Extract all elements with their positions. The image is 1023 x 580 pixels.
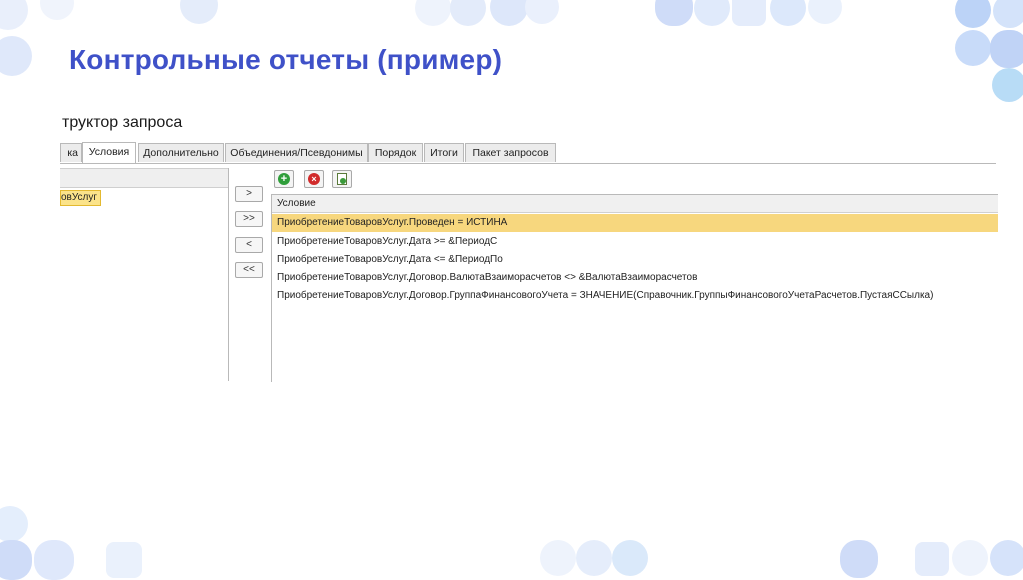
conditions-table: Условие ПриобретениеТоваровУслуг.Проведе…	[271, 194, 998, 382]
column-header-condition[interactable]: Условие	[272, 195, 998, 213]
tab-additional[interactable]: Дополнительно	[138, 143, 224, 162]
fields-tree-item[interactable]: овУслуг	[60, 190, 102, 206]
decor-circle	[525, 0, 559, 24]
tab-unions-aliases[interactable]: Объединения/Псевдонимы	[225, 143, 368, 162]
decor-circle	[990, 540, 1023, 576]
decor-square	[732, 0, 766, 26]
delete-button[interactable]: ×	[304, 170, 324, 188]
table-row[interactable]: ПриобретениеТоваровУслуг.Договор.ГруппаФ…	[272, 287, 998, 305]
decor-circle	[992, 68, 1023, 102]
decor-circle	[770, 0, 806, 26]
decor-circle	[612, 540, 648, 576]
decor-circle	[955, 30, 991, 66]
tab-conditions[interactable]: Условия	[82, 142, 136, 163]
delete-icon: ×	[308, 173, 320, 185]
decor-flower	[655, 0, 693, 26]
decor-circle	[952, 540, 988, 576]
edit-condition-button[interactable]	[332, 170, 352, 188]
tab-tables[interactable]: ка	[60, 143, 82, 162]
edit-condition-icon	[337, 173, 347, 185]
decor-square	[915, 542, 949, 576]
decor-circle	[180, 0, 218, 24]
add-button[interactable]: +	[274, 170, 294, 188]
fields-tree-header	[60, 168, 228, 188]
table-row[interactable]: ПриобретениеТоваровУслуг.Проведен = ИСТИ…	[272, 214, 998, 232]
decor-circle	[40, 0, 74, 20]
decor-circle	[576, 540, 612, 576]
decor-circle	[0, 0, 28, 30]
table-row[interactable]: ПриобретениеТоваровУслуг.Договор.ВалютаВ…	[272, 269, 998, 287]
decor-circle	[694, 0, 730, 26]
decor-circle	[0, 506, 28, 542]
decor-flower	[990, 30, 1023, 68]
decor-square	[106, 542, 142, 578]
decor-circle	[993, 0, 1023, 28]
decor-circle	[415, 0, 451, 26]
decor-flower	[840, 540, 878, 578]
table-row[interactable]: ПриобретениеТоваровУслуг.Дата >= &Период…	[272, 233, 998, 251]
decor-circle	[0, 36, 32, 76]
decor-circle	[540, 540, 576, 576]
add-icon: +	[278, 173, 290, 185]
decor-circle	[450, 0, 486, 26]
window-title: труктор запроса	[62, 114, 183, 131]
tab-totals[interactable]: Итоги	[424, 143, 464, 162]
table-row[interactable]: ПриобретениеТоваровУслуг.Дата <= &Период…	[272, 251, 998, 269]
tab-order[interactable]: Порядок	[368, 143, 423, 162]
decor-flower	[0, 540, 32, 580]
decor-circle	[490, 0, 528, 26]
decor-circle	[808, 0, 842, 24]
add-condition-button[interactable]: >	[235, 186, 263, 202]
tab-bar: ка Условия Дополнительно Объединения/Псе…	[60, 142, 996, 164]
tab-query-batch[interactable]: Пакет запросов	[465, 143, 556, 162]
remove-all-button[interactable]: <<	[235, 262, 263, 278]
decor-flower	[34, 540, 74, 580]
decor-circle	[955, 0, 991, 28]
add-all-button[interactable]: >>	[235, 211, 263, 227]
fields-tree: овУслуг	[60, 168, 229, 381]
remove-condition-button[interactable]: <	[235, 237, 263, 253]
slide-title: Контрольные отчеты (пример)	[69, 44, 503, 75]
